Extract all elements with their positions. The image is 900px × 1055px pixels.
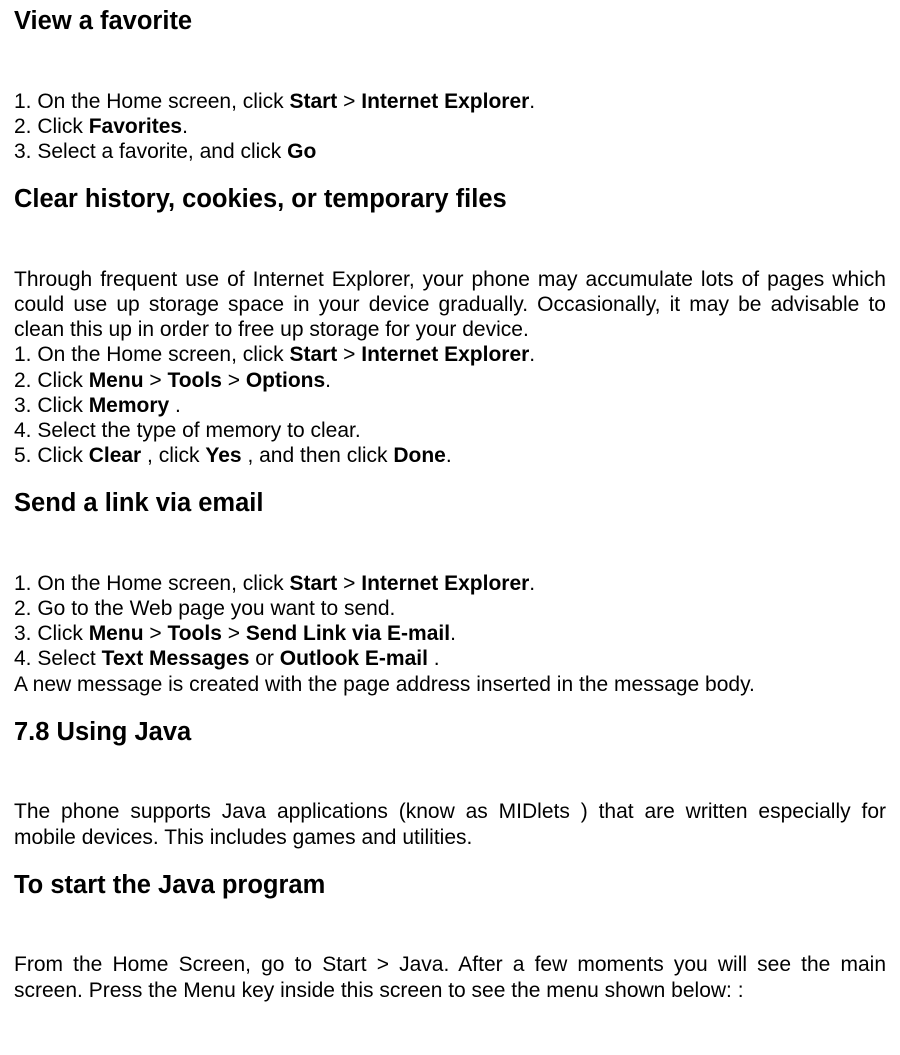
bold-tools: Tools bbox=[167, 369, 221, 392]
text: 5. Click bbox=[14, 444, 89, 467]
clear-history-step-3: 3. Click Memory . bbox=[14, 393, 886, 418]
clear-history-intro: Through frequent use of Internet Explore… bbox=[14, 267, 886, 343]
bold-start: Start bbox=[289, 90, 337, 113]
text: 1. On the Home screen, click bbox=[14, 90, 289, 113]
clear-history-step-5: 5. Click Clear , click Yes , and then cl… bbox=[14, 443, 886, 468]
bold-start: Start bbox=[289, 343, 337, 366]
bold-send-link: Send Link via E-mail bbox=[246, 622, 450, 645]
text: > bbox=[337, 343, 361, 366]
text: . bbox=[325, 369, 331, 392]
text: 3. Select a favorite, and click bbox=[14, 140, 287, 163]
text: . bbox=[169, 394, 181, 417]
view-favorite-step-2: 2. Click Favorites. bbox=[14, 114, 886, 139]
bold-options: Options bbox=[246, 369, 325, 392]
text: 4. Select bbox=[14, 647, 102, 670]
bold-favorites: Favorites bbox=[89, 115, 182, 138]
bold-ie: Internet Explorer bbox=[361, 343, 529, 366]
text: > bbox=[144, 622, 168, 645]
text: 2. Click bbox=[14, 369, 89, 392]
bold-ie: Internet Explorer bbox=[361, 90, 529, 113]
text: , and then click bbox=[242, 444, 394, 467]
text: > bbox=[222, 369, 246, 392]
send-link-step-2: 2. Go to the Web page you want to send. bbox=[14, 596, 886, 621]
bold-menu: Menu bbox=[89, 622, 144, 645]
text: 1. On the Home screen, click bbox=[14, 343, 289, 366]
heading-send-link: Send a link via email bbox=[14, 488, 886, 519]
heading-view-favorite: View a favorite bbox=[14, 6, 886, 37]
send-link-step-3: 3. Click Menu > Tools > Send Link via E-… bbox=[14, 621, 886, 646]
clear-history-step-2: 2. Click Menu > Tools > Options. bbox=[14, 368, 886, 393]
start-java-intro: From the Home Screen, go to Start > Java… bbox=[14, 952, 886, 1002]
bold-done: Done bbox=[393, 444, 446, 467]
clear-history-step-1: 1. On the Home screen, click Start > Int… bbox=[14, 342, 886, 367]
bold-clear: Clear bbox=[89, 444, 142, 467]
using-java-intro: The phone supports Java applications (kn… bbox=[14, 799, 886, 849]
bold-text-messages: Text Messages bbox=[102, 647, 250, 670]
send-link-step-4: 4. Select Text Messages or Outlook E-mai… bbox=[14, 646, 886, 671]
text: 3. Click bbox=[14, 622, 89, 645]
send-link-step-1: 1. On the Home screen, click Start > Int… bbox=[14, 571, 886, 596]
bold-menu: Menu bbox=[89, 369, 144, 392]
heading-using-java: 7.8 Using Java bbox=[14, 717, 886, 748]
text: . bbox=[446, 444, 452, 467]
bold-yes: Yes bbox=[205, 444, 241, 467]
view-favorite-step-1: 1. On the Home screen, click Start > Int… bbox=[14, 89, 886, 114]
clear-history-step-4: 4. Select the type of memory to clear. bbox=[14, 418, 886, 443]
text: . bbox=[182, 115, 188, 138]
send-link-note: A new message is created with the page a… bbox=[14, 672, 886, 697]
heading-start-java: To start the Java program bbox=[14, 870, 886, 901]
bold-ie: Internet Explorer bbox=[361, 572, 529, 595]
text: 3. Click bbox=[14, 394, 89, 417]
bold-start: Start bbox=[289, 572, 337, 595]
text: > bbox=[337, 572, 361, 595]
text: . bbox=[428, 647, 440, 670]
text: > bbox=[144, 369, 168, 392]
text: > bbox=[222, 622, 246, 645]
text: > bbox=[337, 90, 361, 113]
heading-clear-history: Clear history, cookies, or temporary fil… bbox=[14, 184, 886, 215]
bold-go: Go bbox=[287, 140, 316, 163]
text: . bbox=[450, 622, 456, 645]
text: , click bbox=[141, 444, 205, 467]
text: . bbox=[529, 343, 535, 366]
view-favorite-step-3: 3. Select a favorite, and click Go bbox=[14, 139, 886, 164]
bold-outlook: Outlook E-mail bbox=[280, 647, 428, 670]
text: 2. Click bbox=[14, 115, 89, 138]
text: 1. On the Home screen, click bbox=[14, 572, 289, 595]
text: . bbox=[529, 572, 535, 595]
bold-memory: Memory bbox=[89, 394, 170, 417]
bold-tools: Tools bbox=[167, 622, 221, 645]
text: or bbox=[249, 647, 279, 670]
text: . bbox=[529, 90, 535, 113]
